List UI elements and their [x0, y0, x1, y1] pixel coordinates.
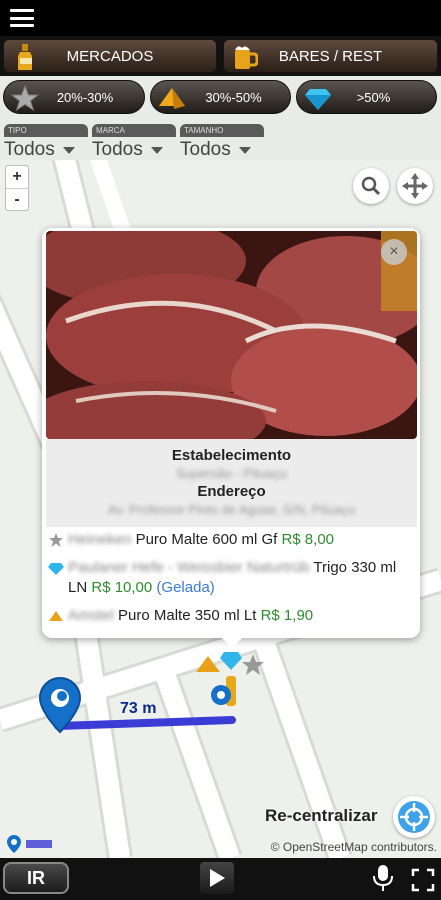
gold-pyramid-icon — [159, 88, 185, 109]
discount-filter-bar: 20%-30% 30%-50% >50% — [0, 78, 441, 118]
establishment-label: Estabelecimento — [171, 447, 292, 464]
tamanho-tag: TAMANHO — [180, 124, 264, 137]
fullscreen-icon[interactable] — [411, 868, 435, 892]
zoom-in-button[interactable]: + — [6, 166, 28, 188]
gold-pyramid-icon — [196, 656, 220, 672]
beer-mug-icon — [235, 46, 258, 69]
filter-50-button[interactable]: >50% — [296, 80, 437, 114]
filter-20-30-button[interactable]: 20%-30% — [3, 80, 145, 114]
zoom-out-button[interactable]: - — [6, 188, 28, 210]
address-label: Endereço — [197, 483, 266, 500]
search-icon — [361, 176, 381, 196]
gold-pyramid-icon — [49, 611, 63, 621]
map-credit[interactable]: © OpenStreetMap contributors. — [271, 840, 437, 854]
recenter-button[interactable] — [393, 796, 435, 838]
offer-price: R$ 1,90 — [260, 607, 314, 624]
filter-50-label: >50% — [356, 89, 391, 105]
filter-30-50-button[interactable]: 30%-50% — [150, 80, 291, 114]
establishment-value: Supersão - Pituaçu — [176, 466, 287, 481]
mercados-label: MERCADOS — [66, 47, 154, 65]
user-location-pin-icon — [38, 676, 82, 734]
go-button[interactable]: IR — [3, 862, 69, 894]
offer-price: R$ 8,00 — [281, 531, 335, 548]
zoom-control: + - — [5, 165, 29, 211]
marca-dropdown[interactable]: MARCA Todos — [92, 120, 176, 161]
offer-item[interactable]: Amstel Puro Malte 350 ml Lt R$ 1,90 — [48, 606, 414, 626]
bottom-bar: IR — [0, 858, 441, 900]
address-value: Av. Professor Pinto de Aguiar, S/N, Pitu… — [107, 502, 356, 517]
dropdown-row: TIPO Todos MARCA Todos TAMANHO Todos — [0, 120, 441, 160]
star-icon — [242, 654, 264, 675]
mic-button[interactable] — [366, 862, 400, 894]
filter-30-50-label: 30%-50% — [205, 89, 262, 105]
bares-rest-button[interactable]: BARES / REST — [223, 39, 438, 73]
marca-value: Todos — [92, 139, 143, 160]
pan-button[interactable] — [397, 168, 433, 204]
star-icon — [49, 533, 63, 547]
caret-down-icon — [62, 146, 75, 154]
filter-20-30-label: 20%-30% — [56, 89, 114, 105]
star-icon — [10, 84, 40, 112]
diamond-icon — [48, 563, 64, 575]
category-bar: MERCADOS BARES / REST — [0, 36, 441, 76]
search-button[interactable] — [353, 168, 389, 204]
offer-list: Heineken Puro Malte 600 ml Gf R$ 8,00 Pa… — [48, 530, 414, 634]
crosshair-icon — [398, 801, 430, 833]
tipo-dropdown[interactable]: TIPO Todos — [4, 120, 88, 161]
offer-price: R$ 10,00 — [91, 579, 153, 596]
play-icon — [210, 869, 225, 887]
distance-label: 73 m — [120, 700, 157, 717]
store-popup: × Estabelecimento Supersão - Pituaçu End… — [42, 228, 420, 648]
microphone-icon — [373, 865, 393, 891]
top-bar — [0, 0, 441, 36]
hamburger-icon[interactable] — [10, 9, 34, 27]
offer-brand: Heineken — [68, 531, 132, 548]
mini-location-legend — [7, 835, 52, 853]
mercados-button[interactable]: MERCADOS — [3, 39, 217, 73]
offer-desc: Puro Malte 600 ml Gf — [135, 531, 278, 548]
offer-note: (Gelada) — [156, 579, 215, 596]
tamanho-value: Todos — [180, 139, 231, 160]
offer-brand: Amstel — [68, 607, 114, 624]
offer-brand: Paulaner Hefe - Weissbier Naturtrüb — [68, 559, 310, 576]
tamanho-dropdown[interactable]: TAMANHO Todos — [180, 120, 264, 161]
tipo-tag: TIPO — [4, 124, 88, 137]
map-view[interactable]: + - × Estabelecimento Supersão - Pituaçu… — [0, 160, 441, 858]
move-arrows-icon — [402, 173, 428, 199]
product-photo: × — [46, 231, 417, 439]
bares-rest-label: BARES / REST — [278, 47, 383, 65]
tipo-value: Todos — [4, 139, 55, 160]
beer-bottle-icon — [18, 44, 32, 70]
close-popup-button[interactable]: × — [381, 239, 407, 265]
diamond-icon — [305, 89, 331, 110]
caret-down-icon — [150, 146, 163, 154]
offer-item[interactable]: Heineken Puro Malte 600 ml Gf R$ 8,00 — [48, 530, 414, 550]
store-info: Estabelecimento Supersão - Pituaçu Ender… — [46, 439, 417, 527]
marca-tag: MARCA — [92, 124, 176, 137]
recenter-label: Re-centralizar — [265, 806, 378, 825]
offer-item[interactable]: Paulaner Hefe - Weissbier Naturtrüb Trig… — [48, 558, 414, 598]
diamond-icon — [220, 652, 242, 670]
play-button[interactable] — [200, 862, 234, 894]
caret-down-icon — [238, 146, 251, 154]
offer-desc: Puro Malte 350 ml Lt — [118, 607, 257, 624]
